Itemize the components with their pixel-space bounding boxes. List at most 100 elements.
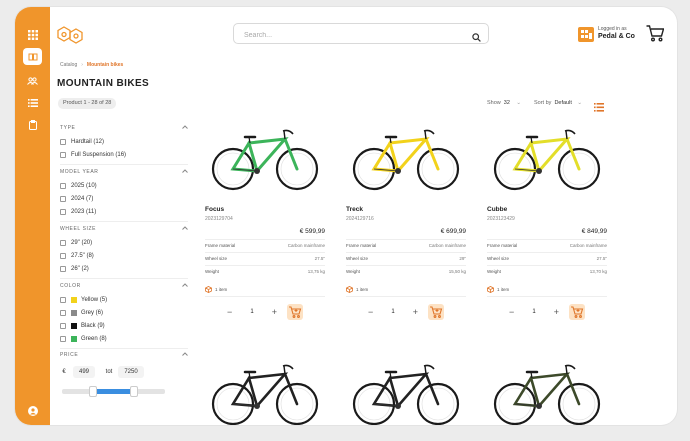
product-card[interactable]: Focus 2023129704 € 599,99 Frame material Car…: [205, 117, 325, 320]
color-swatch-green: [71, 335, 77, 342]
quantity-value[interactable]: 1: [529, 306, 539, 318]
catalog-book-icon[interactable]: [23, 48, 42, 65]
product-card[interactable]: Cubbe 2023123429 € 849,99 Frame material Car…: [487, 117, 607, 320]
price-range-fill: [97, 389, 130, 394]
minus-icon[interactable]: −: [368, 306, 373, 318]
minus-icon[interactable]: −: [509, 306, 514, 318]
price-range-slider[interactable]: [62, 386, 165, 397]
show-select[interactable]: Show 32 ⌄: [487, 100, 521, 106]
product-image-row2-1[interactable]: [205, 352, 325, 425]
stock-text: 1 item: [497, 287, 510, 292]
checkbox[interactable]: [60, 208, 66, 215]
filter-option[interactable]: 2025 (10): [60, 181, 97, 190]
price-max-input[interactable]: 7250: [118, 366, 144, 378]
filter-price-title: PRICE: [60, 352, 79, 358]
add-to-cart-button[interactable]: [287, 304, 303, 320]
quantity-stepper[interactable]: − 1 +: [368, 306, 418, 318]
filter-price-header[interactable]: PRICE: [60, 352, 188, 358]
checkbox[interactable]: [60, 182, 66, 189]
product-image-row2-3[interactable]: [487, 352, 607, 425]
cart-icon[interactable]: [646, 25, 665, 47]
quantity-stepper[interactable]: − 1 +: [509, 306, 559, 318]
users-icon[interactable]: [24, 73, 41, 88]
filter-option[interactable]: 2023 (11): [60, 207, 96, 216]
checkbox[interactable]: [60, 138, 66, 145]
filter-option[interactable]: Yellow (5): [60, 295, 107, 304]
sort-select[interactable]: Sort by Default ⌄: [534, 100, 582, 106]
search-icon[interactable]: [472, 29, 481, 47]
sort-value: Default: [554, 100, 572, 106]
add-to-cart-button[interactable]: [569, 304, 585, 320]
price-min-input[interactable]: 499: [73, 366, 95, 378]
plus-icon[interactable]: +: [554, 306, 559, 318]
product-name[interactable]: Treck: [346, 206, 363, 213]
filter-type-header[interactable]: TYPE: [60, 125, 188, 131]
product-name[interactable]: Cubbe: [487, 206, 507, 213]
filter-option[interactable]: 26" (2): [60, 264, 89, 273]
filter-option[interactable]: 2024 (7): [60, 194, 93, 203]
spec-label: Wheel size: [346, 256, 369, 261]
divider: [60, 348, 188, 349]
stock-indicator: 1 item: [205, 286, 227, 293]
spec-value: 27.5": [314, 256, 325, 261]
filter-option[interactable]: Black (9): [60, 321, 105, 330]
product-image-row2-2[interactable]: [346, 352, 466, 425]
filter-option[interactable]: 29" (20): [60, 238, 92, 247]
product-card[interactable]: Treck 2024129716 € 699,99 Frame material Car…: [346, 117, 466, 320]
product-image[interactable]: [487, 117, 607, 197]
plus-icon[interactable]: +: [272, 306, 277, 318]
quantity-stepper[interactable]: − 1 +: [227, 306, 277, 318]
color-swatch-black: [71, 322, 77, 329]
list-icon[interactable]: [24, 95, 41, 110]
grid-icon[interactable]: [24, 27, 41, 42]
filter-wheel-size-title: WHEEL SIZE: [60, 226, 97, 232]
filter-option[interactable]: 27.5" (8): [60, 251, 94, 260]
filter-option[interactable]: Full Suspension (16): [60, 150, 126, 159]
quantity-value[interactable]: 1: [388, 306, 398, 318]
checkbox[interactable]: [60, 195, 66, 202]
spec-label: Weight: [346, 269, 360, 274]
filter-color-title: COLOR: [60, 283, 81, 289]
filter-model-year-header[interactable]: MODEL YEAR: [60, 169, 188, 175]
filter-color-header[interactable]: COLOR: [60, 283, 188, 289]
divider: [487, 296, 607, 297]
product-image[interactable]: [205, 117, 325, 197]
breadcrumb-catalog[interactable]: Catalog: [60, 62, 77, 68]
product-name[interactable]: Focus: [205, 206, 224, 213]
checkbox[interactable]: [60, 335, 66, 342]
search-input[interactable]: [242, 28, 466, 42]
filter-wheel-size-header[interactable]: WHEEL SIZE: [60, 226, 188, 232]
checkbox[interactable]: [60, 265, 66, 272]
checkbox[interactable]: [60, 309, 66, 316]
product-sku: 2023123429: [487, 216, 515, 222]
checkbox[interactable]: [60, 296, 66, 303]
spec-label: Weight: [487, 269, 501, 274]
divider: [60, 278, 188, 279]
stock-text: 1 item: [215, 287, 228, 292]
quantity-value[interactable]: 1: [247, 306, 257, 318]
search-bar[interactable]: [233, 23, 489, 44]
list-view-icon[interactable]: [594, 99, 604, 117]
filter-option[interactable]: Grey (6): [60, 308, 103, 317]
spec-label: Wheel size: [205, 256, 228, 261]
clipboard-icon[interactable]: [24, 117, 41, 132]
checkbox[interactable]: [60, 322, 66, 329]
minus-icon[interactable]: −: [227, 306, 232, 318]
spec-row-wheel: Wheel size 27.5": [487, 252, 607, 265]
user-profile-icon[interactable]: [24, 403, 41, 418]
spec-row-weight: Weight 13,75 kg: [205, 265, 325, 278]
product-image[interactable]: [346, 117, 466, 197]
show-label: Show: [487, 100, 501, 106]
checkbox[interactable]: [60, 252, 66, 259]
slider-handle-max[interactable]: [130, 386, 138, 397]
slider-handle-min[interactable]: [89, 386, 97, 397]
color-swatch-yellow: [71, 296, 77, 303]
checkbox[interactable]: [60, 151, 66, 158]
filter-type-title: TYPE: [60, 125, 76, 131]
filter-option[interactable]: Hardtail (12): [60, 137, 104, 146]
add-to-cart-button[interactable]: [428, 304, 444, 320]
plus-icon[interactable]: +: [413, 306, 418, 318]
brand-logo[interactable]: [57, 25, 83, 50]
filter-option[interactable]: Green (8): [60, 334, 107, 343]
checkbox[interactable]: [60, 239, 66, 246]
